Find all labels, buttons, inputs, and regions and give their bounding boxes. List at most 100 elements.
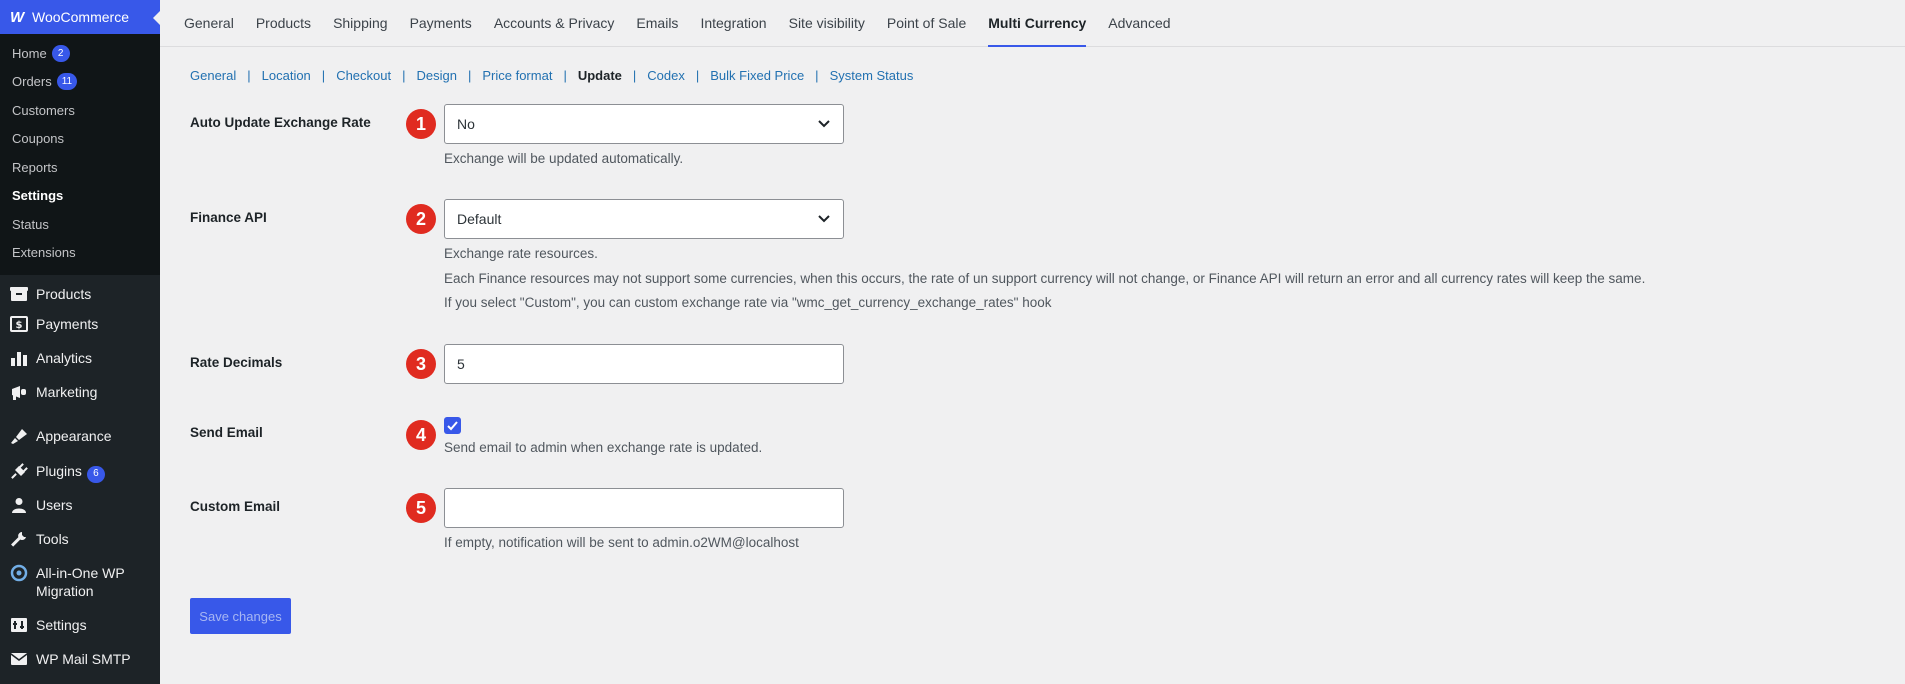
- settings-icon: [9, 615, 29, 635]
- tab-payments[interactable]: Payments: [410, 0, 472, 47]
- plugins-label: Plugins: [36, 463, 82, 479]
- woocommerce-submenu: Home 2 Orders 11 Customers Coupons Reports…: [0, 34, 160, 275]
- finance-api-description-2: Each Finance resources may not support s…: [444, 271, 1646, 286]
- menu-label: All-in-One WP Migration: [36, 565, 125, 599]
- auto-update-value: No: [457, 116, 475, 132]
- subnav-separator: |: [563, 68, 567, 83]
- sidebar-item-wp-mail-smtp[interactable]: WP Mail SMTP: [0, 648, 160, 682]
- sidebar-item-appearance[interactable]: Appearance: [0, 425, 160, 460]
- woocommerce-logo-icon: W: [10, 8, 25, 26]
- subnav-codex[interactable]: Codex: [647, 68, 685, 83]
- menu-label: Plugins 6: [36, 460, 105, 483]
- auto-update-select[interactable]: No: [444, 104, 844, 144]
- tab-accounts-privacy[interactable]: Accounts & Privacy: [494, 0, 615, 47]
- appearance-icon: [9, 426, 29, 446]
- sidebar-item-users[interactable]: Users: [0, 494, 160, 528]
- submenu-item-status[interactable]: Status: [0, 210, 160, 239]
- submenu-item-orders[interactable]: Orders 11: [0, 68, 160, 97]
- sidebar-brand-label: WooCommerce: [32, 9, 129, 25]
- custom-email-description: If empty, notification will be sent to a…: [444, 535, 799, 550]
- users-icon: [9, 495, 29, 515]
- auto-update-description: Exchange will be updated automatically.: [444, 151, 684, 166]
- send-email-label: Send Email: [190, 425, 263, 440]
- subnav-price-format[interactable]: Price format: [482, 68, 552, 83]
- finance-api-value: Default: [457, 211, 502, 227]
- sidebar-item-payments[interactable]: $ Payments: [0, 313, 160, 347]
- tab-advanced[interactable]: Advanced: [1108, 0, 1170, 47]
- submenu-item-customers[interactable]: Customers: [0, 96, 160, 125]
- submenu-item-settings[interactable]: Settings: [0, 182, 160, 211]
- tab-general[interactable]: General: [184, 0, 234, 47]
- tab-products[interactable]: Products: [256, 0, 311, 47]
- menu-label: WP Mail SMTP: [36, 651, 131, 667]
- sidebar-item-products[interactable]: Products: [0, 283, 160, 313]
- subnav-checkout[interactable]: Checkout: [336, 68, 391, 83]
- plugins-icon: [9, 461, 29, 481]
- submenu-label: Extensions: [12, 245, 76, 261]
- submenu-label: Reports: [12, 159, 58, 175]
- menu-label: Appearance: [36, 428, 112, 444]
- subnav-bulk-fixed-price[interactable]: Bulk Fixed Price: [710, 68, 804, 83]
- subnav-separator: |: [815, 68, 819, 83]
- subnav-separator: |: [632, 68, 637, 83]
- submenu-item-extensions[interactable]: Extensions: [0, 239, 160, 268]
- step-marker-5: 5: [406, 493, 436, 523]
- menu-label: Marketing: [36, 384, 98, 400]
- sidebar-item-analytics[interactable]: Analytics: [0, 347, 160, 381]
- settings-tabs: General Products Shipping Payments Accou…: [160, 0, 1905, 47]
- submenu-item-reports[interactable]: Reports: [0, 153, 160, 182]
- tab-emails[interactable]: Emails: [636, 0, 678, 47]
- subnav-separator: |: [695, 68, 700, 83]
- subnav-separator: |: [402, 68, 406, 83]
- sidebar-item-marketing[interactable]: Marketing: [0, 381, 160, 425]
- subnav-separator: |: [247, 68, 251, 83]
- submenu-item-coupons[interactable]: Coupons: [0, 125, 160, 154]
- orders-count-badge: 11: [56, 73, 78, 91]
- submenu-label: Status: [12, 216, 49, 232]
- sidebar-item-all-in-one-wp-migration[interactable]: All-in-One WP Migration: [0, 562, 160, 614]
- step-marker-2: 2: [406, 204, 436, 234]
- menu-label: Tools: [36, 531, 69, 547]
- menu-label: Payments: [36, 316, 99, 332]
- send-email-checkbox[interactable]: [444, 417, 461, 434]
- products-icon: [9, 284, 29, 304]
- sidebar-item-tools[interactable]: Tools: [0, 528, 160, 562]
- submenu-label: Orders: [12, 74, 52, 90]
- subnav-separator: |: [467, 68, 472, 83]
- subnav-general[interactable]: General: [190, 68, 236, 83]
- marketing-icon: [9, 382, 29, 402]
- subnav-update[interactable]: Update: [578, 68, 622, 83]
- step-marker-1: 1: [406, 109, 436, 139]
- chevron-down-icon: [817, 211, 831, 228]
- finance-api-label: Finance API: [190, 210, 267, 225]
- custom-email-input[interactable]: [444, 488, 844, 528]
- subnav-design[interactable]: Design: [417, 68, 457, 83]
- tab-shipping[interactable]: Shipping: [333, 0, 388, 47]
- subnav-system-status[interactable]: System Status: [830, 68, 914, 83]
- tab-point-of-sale[interactable]: Point of Sale: [887, 0, 966, 47]
- submenu-item-home[interactable]: Home 2: [0, 39, 160, 68]
- plugins-update-badge: 6: [86, 465, 105, 483]
- payments-icon: $: [9, 314, 29, 334]
- finance-api-description-1: Exchange rate resources.: [444, 246, 598, 261]
- rate-decimals-input[interactable]: 5: [444, 344, 844, 384]
- submenu-label: Coupons: [12, 131, 65, 147]
- sidebar-item-settings[interactable]: Settings: [0, 614, 160, 648]
- home-count-badge: 2: [51, 44, 70, 62]
- step-marker-4: 4: [406, 420, 436, 450]
- submenu-label: Home: [12, 45, 47, 61]
- save-changes-button[interactable]: Save changes: [190, 598, 291, 634]
- menu-label: Analytics: [36, 350, 93, 366]
- svg-text:$: $: [16, 320, 23, 331]
- auto-update-label: Auto Update Exchange Rate: [190, 115, 371, 130]
- tab-site-visibility[interactable]: Site visibility: [789, 0, 865, 47]
- menu-label: Settings: [36, 617, 87, 633]
- finance-api-select[interactable]: Default: [444, 199, 844, 239]
- tab-integration[interactable]: Integration: [700, 0, 766, 47]
- subsection-nav: General | Location | Checkout | Design | Pri…: [190, 68, 913, 83]
- sidebar-item-plugins[interactable]: Plugins 6: [0, 460, 160, 494]
- sidebar-item-woocommerce[interactable]: W WooCommerce: [0, 0, 161, 34]
- subnav-location[interactable]: Location: [262, 68, 311, 83]
- tab-multi-currency[interactable]: Multi Currency: [988, 0, 1087, 47]
- migration-icon: [9, 563, 29, 583]
